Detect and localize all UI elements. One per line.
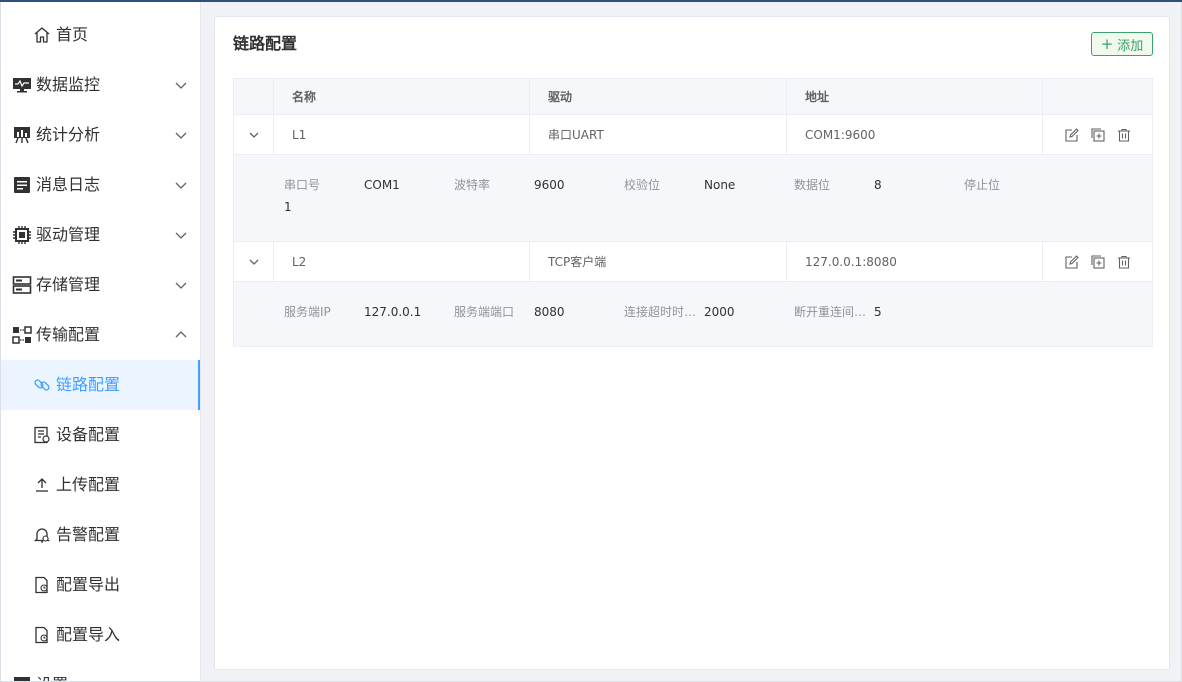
window-border xyxy=(0,2,1182,682)
